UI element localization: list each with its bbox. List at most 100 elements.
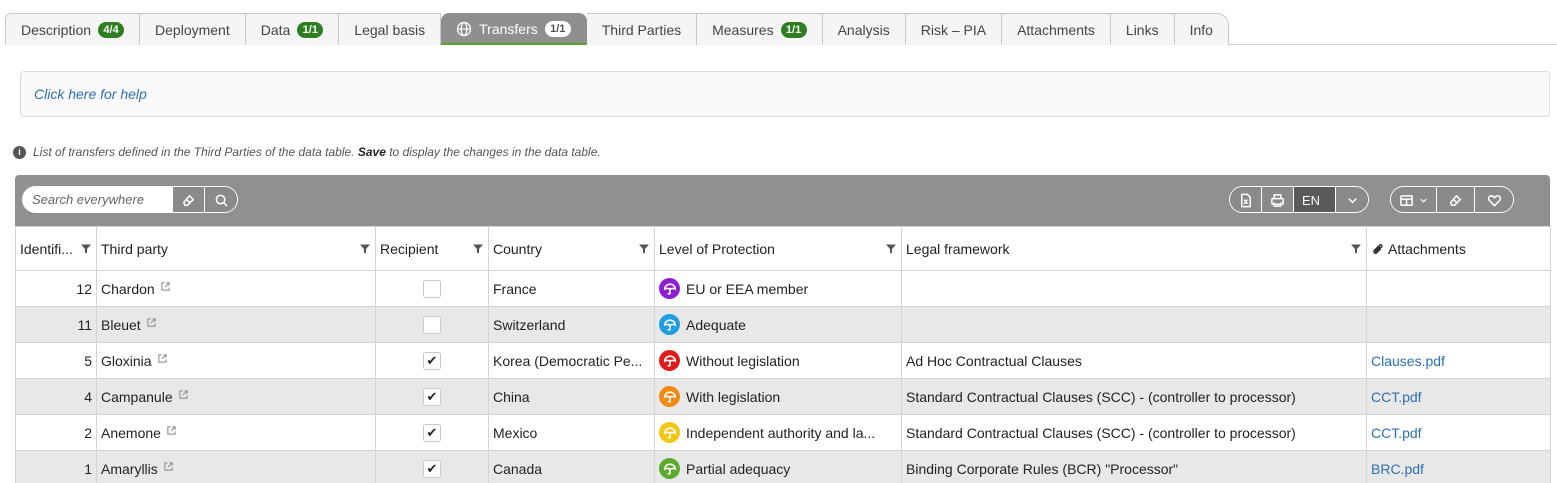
tab-info[interactable]: Info xyxy=(1174,13,1229,45)
attachment-link[interactable]: BRC.pdf xyxy=(1371,461,1424,477)
filter-icon[interactable] xyxy=(885,243,897,255)
tab-description[interactable]: Description 4/4 xyxy=(5,13,141,45)
recipient-checkbox[interactable]: ✔ xyxy=(423,459,441,478)
favorite-button[interactable] xyxy=(1475,187,1513,212)
tab-links[interactable]: Links xyxy=(1110,13,1175,45)
tab-count-badge: 1/1 xyxy=(544,20,571,37)
recipient-cell xyxy=(375,306,489,343)
attachment-link[interactable]: CCT.pdf xyxy=(1371,389,1422,405)
search-buttons xyxy=(172,186,238,213)
table-row[interactable]: 4 Campanule ✔ China With legislation Standard… xyxy=(15,378,1551,415)
excel-icon xyxy=(1241,193,1251,208)
transfers-table: Identifi... Third party Recipient Countr… xyxy=(15,226,1551,483)
third-party-cell[interactable]: Amaryllis xyxy=(96,450,376,483)
help-text[interactable]: Click here for help xyxy=(34,86,147,102)
tab-analysis[interactable]: Analysis xyxy=(822,13,906,45)
third-party-name[interactable]: Gloxinia xyxy=(101,353,152,369)
third-party-name[interactable]: Amaryllis xyxy=(101,461,158,477)
level-cell: Independent authority and la... xyxy=(654,414,902,451)
tab-count-badge: 1/1 xyxy=(780,21,807,38)
column-header-attachments[interactable]: Attachments xyxy=(1366,226,1551,271)
third-party-cell[interactable]: Bleuet xyxy=(96,306,376,343)
tab-data[interactable]: Data 1/1 xyxy=(245,13,340,45)
recipient-cell: ✔ xyxy=(375,450,489,483)
third-party-cell[interactable]: Campanule xyxy=(96,378,376,415)
third-party-name[interactable]: Anemone xyxy=(101,425,161,441)
attachment-link[interactable]: CCT.pdf xyxy=(1371,425,1422,441)
tab-label: Data xyxy=(260,21,291,38)
language-select[interactable]: EN xyxy=(1294,187,1336,212)
tab-transfers[interactable]: Transfers 1/1 xyxy=(441,13,587,45)
filter-icon[interactable] xyxy=(80,243,92,255)
identifier-cell: 11 xyxy=(15,306,97,343)
table-row[interactable]: 5 Gloxinia ✔ Korea (Democratic Pe... Without… xyxy=(15,342,1551,379)
column-header-third-party[interactable]: Third party xyxy=(96,226,376,271)
columns-button[interactable] xyxy=(1391,187,1437,212)
recipient-checkbox[interactable] xyxy=(423,315,441,334)
recipient-checkbox[interactable]: ✔ xyxy=(423,423,441,442)
tab-count-badge: 1/1 xyxy=(297,21,324,38)
tab-count-badge: 4/4 xyxy=(98,21,125,38)
table-row[interactable]: 1 Amaryllis ✔ Canada Partial adequacy Binding… xyxy=(15,450,1551,483)
table-row[interactable]: 2 Anemone ✔ Mexico Independent authority and… xyxy=(15,414,1551,451)
table-row[interactable]: 11 Bleuet Switzerland Adequate xyxy=(15,306,1551,343)
tab-legal-basis[interactable]: Legal basis xyxy=(339,13,442,45)
print-button[interactable] xyxy=(1262,187,1294,212)
third-party-name[interactable]: Chardon xyxy=(101,281,155,297)
legal-framework-cell: Ad Hoc Contractual Clauses xyxy=(901,342,1367,379)
level-cell: EU or EEA member xyxy=(654,270,902,307)
tab-risk-pia[interactable]: Risk – PIA xyxy=(905,13,1003,45)
info-icon: i xyxy=(13,145,26,159)
external-link-icon[interactable] xyxy=(173,389,189,405)
third-party-name[interactable]: Campanule xyxy=(101,389,173,405)
column-header-level-of-protection[interactable]: Level of Protection xyxy=(654,226,902,271)
recipient-checkbox[interactable] xyxy=(423,279,441,298)
umbrella-icon xyxy=(659,350,680,371)
umbrella-icon xyxy=(659,278,680,299)
clear-search-button[interactable] xyxy=(173,187,205,212)
column-header-identifier[interactable]: Identifi... xyxy=(15,226,97,271)
third-party-cell[interactable]: Anemone xyxy=(96,414,376,451)
table-row[interactable]: 12 Chardon France EU or EEA member xyxy=(15,270,1551,307)
tab-measures[interactable]: Measures 1/1 xyxy=(697,13,823,45)
external-link-icon[interactable] xyxy=(161,425,177,441)
table-toolbar: EN xyxy=(15,175,1550,226)
column-header-country[interactable]: Country xyxy=(488,226,655,271)
external-link-icon[interactable] xyxy=(155,281,171,297)
filter-icon[interactable] xyxy=(638,243,650,255)
country-cell: China xyxy=(488,378,655,415)
third-party-cell[interactable]: Chardon xyxy=(96,270,376,307)
help-link[interactable]: Click here for help xyxy=(20,71,1550,117)
level-cell: With legislation xyxy=(654,378,902,415)
umbrella-icon xyxy=(659,314,680,335)
search-input[interactable] xyxy=(22,186,172,213)
tab-deployment[interactable]: Deployment xyxy=(140,13,246,45)
tab-attachments[interactable]: Attachments xyxy=(1002,13,1111,45)
attachment-link[interactable]: Clauses.pdf xyxy=(1371,353,1445,369)
column-header-recipient[interactable]: Recipient xyxy=(375,226,489,271)
language-dropdown-button[interactable] xyxy=(1336,187,1368,212)
eraser-icon xyxy=(182,194,195,206)
filter-icon[interactable] xyxy=(472,243,484,255)
recipient-checkbox[interactable]: ✔ xyxy=(423,351,441,370)
external-link-icon[interactable] xyxy=(158,461,174,477)
external-link-icon[interactable] xyxy=(141,317,157,333)
tab-label: Analysis xyxy=(837,21,890,38)
column-header-legal-framework[interactable]: Legal framework xyxy=(901,226,1367,271)
tab-label: Third Parties xyxy=(601,21,682,38)
export-excel-button[interactable] xyxy=(1230,187,1262,212)
third-party-name[interactable]: Bleuet xyxy=(101,317,141,333)
filter-icon[interactable] xyxy=(359,243,371,255)
recipient-cell: ✔ xyxy=(375,414,489,451)
reset-filters-button[interactable] xyxy=(1437,187,1475,212)
search-button[interactable] xyxy=(205,187,237,212)
external-link-icon[interactable] xyxy=(152,353,168,369)
attachment-cell: CCT.pdf xyxy=(1366,378,1551,415)
legal-framework-cell: Binding Corporate Rules (BCR) "Processor… xyxy=(901,450,1367,483)
tab-third-parties[interactable]: Third Parties xyxy=(586,13,698,45)
legal-framework-cell: Standard Contractual Clauses (SCC) - (co… xyxy=(901,378,1367,415)
filter-icon[interactable] xyxy=(1350,243,1362,255)
third-party-cell[interactable]: Gloxinia xyxy=(96,342,376,379)
tab-label: Info xyxy=(1189,21,1213,38)
recipient-checkbox[interactable]: ✔ xyxy=(423,387,441,406)
